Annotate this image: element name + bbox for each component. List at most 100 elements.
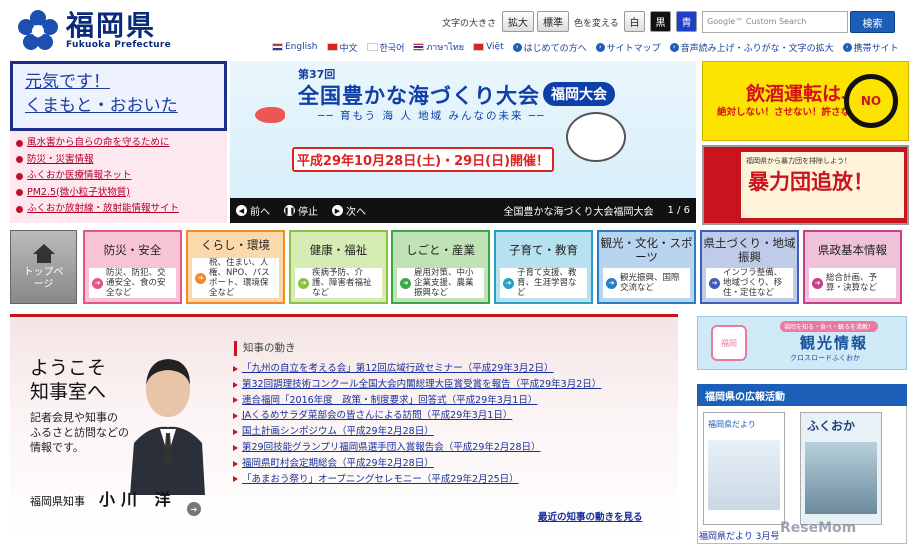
magazine-caption[interactable]: 福岡県だより 3月号 [699,529,779,542]
alert-link[interactable]: 風水害から自らの命を守るために [16,135,221,152]
nav-category-desc: 観光振興、国際交流など [620,273,680,293]
lang-english-label: English [285,42,318,52]
nav-category[interactable]: 県土づくり・地域振興 ➔ インフラ整備、地域づくり、移住・定住など [700,230,799,304]
site-logo[interactable]: 福岡県 Fukuoka Prefecture [16,8,176,54]
nav-category-desc: 子育て支援、教育、生涯学習など [517,268,577,298]
nav-category-title: 健康・福祉 [309,243,368,257]
news-item[interactable]: JAくるめサラダ菜部会の皆さんによる訪問（平成29年3月1日） [233,408,668,424]
nav-category-title: 観光・文化・スポーツ [600,236,693,264]
link-mobile-site[interactable]: › 携帯サイト [842,41,899,54]
carousel-stop-button[interactable]: ❚❚ 停止 [284,203,318,218]
carousel-caption: 全国豊かな海づくり大会福岡大会 [503,207,654,218]
alert-link[interactable]: PM2.5(微小粒子状物質) [16,185,221,202]
welcome-heading[interactable]: ようこそ 知事室へ [30,356,106,404]
lang-thai[interactable]: ภาษาไทย [413,40,464,54]
news-item[interactable]: 「あまおう祭り」オープニングセレモニー（平成29年2月25日） [233,472,668,488]
lang-english[interactable]: English [272,42,318,52]
nav-category[interactable]: 県政基本情報 ➔ 総合計画、予算・決算など [803,230,902,304]
nav-category[interactable]: 健康・福祉 ➔ 疾病予防、介護、障害者福祉など [289,230,388,304]
logo-japanese: 福岡県 [66,9,157,42]
news-item-label: 第29回技能グランプリ福岡県選手団入賞報告会（平成29年2月28日） [242,441,541,453]
arrow-right-icon: › [842,42,852,52]
governor-photo[interactable] [130,345,205,495]
text-size-label: 文字の大きさ [442,19,497,29]
welcome-sub-line: ふるさと訪問などの [30,426,129,439]
news-item[interactable]: 「九州の自立を考える会」第12回広域行政セミナー（平成29年3月2日） [233,361,668,377]
search-input[interactable]: Google™ Custom Search [702,11,848,33]
alert-link-label: ふくおか医療情報ネット [27,170,132,181]
nav-top-label: トップページ [23,266,64,290]
link-sitemap-label: サイトマップ [606,43,661,54]
tourism-tagline: 福岡を知る・食べ・観るを満載！ [780,321,879,332]
lang-chinese[interactable]: 中文 [326,41,358,54]
color-change-label: 色を変える [574,19,619,29]
color-black-button[interactable]: 黒 [650,11,671,32]
prev-icon: ◀ [236,205,247,216]
home-icon-base [36,253,51,263]
carousel-next-button[interactable]: ▶ 次へ [332,203,366,218]
us-flag-icon [272,43,283,51]
news-item[interactable]: 第32回調理技術コンクール全国大会内閣総理大臣賞受賞を報告（平成29年3月2日） [233,377,668,393]
alert-link[interactable]: ふくおか医療情報ネット [16,168,221,185]
nav-category-desc-box: ➔ インフラ整備、地域づくり、移住・定住など [706,268,793,298]
home-icon [32,243,55,254]
magazine-cover[interactable]: 福岡県だより [703,412,785,525]
link-accessibility[interactable]: › 音声読み上げ・ふりがな・文字の拡大 [669,41,834,54]
alert-link[interactable]: ふくおか放射線・放射能情報サイト [16,201,221,218]
magazine-photo [805,442,877,514]
slide-subtitle: ── 育もう 海 人 地域 みんなの未来 ── [318,110,546,122]
color-blue-button[interactable]: 青 [676,11,697,32]
magazine-photo [708,440,780,510]
search-button[interactable]: 検索 [850,11,895,33]
color-white-button[interactable]: 白 [624,11,645,32]
lang-korean[interactable]: 한국어 [366,41,404,54]
governor-title: 福岡県知事 [30,495,85,508]
news-item[interactable]: 福岡県町村会定期総会（平成29年2月28日） [233,456,668,472]
genki-kumamoto-oita-banner[interactable]: 元気です！ くまもと・おおいた [10,61,227,131]
bullet-icon [16,156,23,164]
link-first-visit[interactable]: › はじめての方へ [512,41,587,54]
carousel-prev-button[interactable]: ◀ 前へ [236,203,270,218]
lang-thai-label: ภาษาไทย [426,43,465,53]
anti-gang-title: 暴力団追放！ [748,170,874,194]
nav-category-desc: 雇用対策、中小企業支援、農業振興など [414,268,474,298]
next-icon: ▶ [332,205,343,216]
text-large-button[interactable]: 拡大 [502,11,534,32]
slide-badge: 福岡大会 [543,82,615,106]
nav-category[interactable]: 防災・安全 ➔ 防災、防犯、交通安全、食の安全など [83,230,182,304]
news-item[interactable]: 国土計画シンポジウム（平成29年2月28日） [233,424,668,440]
arrow-right-icon[interactable]: ➔ [187,502,201,516]
nav-category[interactable]: 観光・文化・スポーツ ➔ 観光振興、国際交流など [597,230,696,304]
lang-vietnamese[interactable]: Việt [473,42,504,52]
nav-category[interactable]: くらし・環境 ➔ 税、住まい、人権、NPO、パスポート、環境保全など [186,230,285,304]
arrow-right-icon: › [595,42,605,52]
news-item[interactable]: 連合福岡「2016年度 政策・制度要求」回答式（平成29年3月1日） [233,393,668,409]
magazine-cover[interactable]: ふくおか [800,412,882,525]
watermark: ReseMom [780,520,857,536]
nav-category-desc-box: ➔ 雇用対策、中小企業支援、農業振興など [397,268,484,298]
lang-chinese-label: 中文 [339,43,358,54]
news-item[interactable]: 第29回技能グランプリ福岡県選手団入賞報告会（平成29年2月28日） [233,440,668,456]
nav-category-title: 子育て・教育 [509,243,578,257]
nav-category[interactable]: 子育て・教育 ➔ 子育て支援、教育、生涯学習など [494,230,593,304]
nav-category-desc-box: ➔ 子育て支援、教育、生涯学習など [500,268,587,298]
governor-news-list: 「九州の自立を考える会」第12回広域行政セミナー（平成29年3月2日） 第32回… [233,361,668,487]
alert-link[interactable]: 防災・災害情報 [16,152,221,169]
triangle-bullet-icon [233,476,238,483]
link-sitemap[interactable]: › サイトマップ [595,41,661,54]
alert-links: 風水害から自らの命を守るために 防災・災害情報 ふくおか医療情報ネット PM2.… [10,131,227,223]
news-item-label: 「九州の自立を考える会」第12回広域行政セミナー（平成29年3月2日） [242,363,554,374]
carousel-controls: ◀ 前へ ❚❚ 停止 ▶ 次へ 全国豊かな海づくり大会福岡大会 1 / 6 [230,198,696,223]
nav-category[interactable]: しごと・産業 ➔ 雇用対策、中小企業支援、農業振興など [391,230,490,304]
nav-category-desc: インフラ整備、地域づくり、移住・定住など [723,268,783,298]
china-flag-icon [326,43,338,51]
text-standard-button[interactable]: 標準 [537,11,569,32]
tourism-subtitle: クロスロードふくおか [790,354,860,362]
lang-vietnamese-label: Việt [486,42,504,52]
governor-news-heading: 知事の動き [234,341,296,356]
welcome-line2: 知事室へ [30,381,107,403]
nav-top-page[interactable]: トップページ [10,230,77,304]
more-governor-news-link[interactable]: 最近の知事の動きを見る [538,509,643,523]
nav-category-title: 県土づくり・地域振興 [703,236,796,264]
nav-category-desc-box: ➔ 税、住まい、人権、NPO、パスポート、環境保全など [192,258,279,298]
